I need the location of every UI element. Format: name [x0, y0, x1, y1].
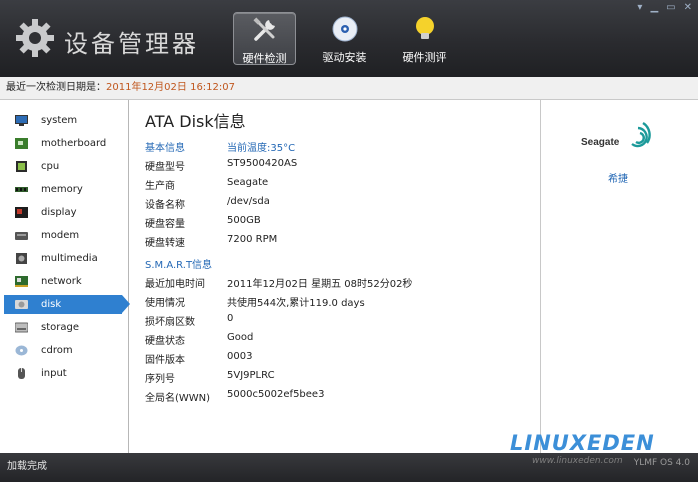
linuxeden-watermark: LINUXEDEN www.linuxeden.com YLMF OS 4.0 — [510, 428, 690, 480]
disk-icon — [15, 299, 28, 310]
info-label: 设备名称 — [145, 200, 185, 211]
basic-info-heading: 基本信息 — [145, 143, 185, 154]
last-scan-bar: 最近一次检测日期是：2011年12月02日 16:12:07 — [0, 77, 698, 100]
info-label: 全局名(WWN) — [145, 393, 211, 404]
device-sidebar: system motherboard cpu memory display mo… — [0, 100, 130, 453]
info-label: 硬盘型号 — [145, 162, 185, 173]
motherboard-icon — [15, 138, 28, 149]
info-value: Good — [227, 332, 254, 343]
info-value: 共使用544次,累计119.0 days — [227, 298, 365, 309]
tab-hardware-benchmark[interactable]: 硬件测评 — [393, 12, 456, 65]
info-label: 最近加电时间 — [145, 279, 205, 290]
monitor-icon — [15, 115, 28, 126]
sidebar-item-label: disk — [41, 299, 62, 310]
sidebar-item-network[interactable]: network — [4, 272, 122, 291]
linuxeden-logo: LINUXEDEN — [510, 431, 655, 455]
tab-driver-install[interactable]: 驱动安装 — [313, 12, 376, 65]
sidebar-item-motherboard[interactable]: motherboard — [4, 134, 122, 153]
menu-icon[interactable]: ▾ — [637, 2, 642, 13]
info-label: 硬盘状态 — [145, 336, 185, 347]
vendor-panel: Seagate 希捷 — [542, 100, 698, 453]
sidebar-item-label: multimedia — [41, 253, 98, 264]
os-version: YLMF OS 4.0 — [633, 458, 690, 468]
tab-label: 硬件测评 — [402, 51, 447, 64]
tab-label: 驱动安装 — [322, 51, 367, 64]
info-value: Seagate — [227, 177, 269, 188]
info-value: 0003 — [227, 351, 253, 362]
multimedia-icon — [15, 253, 28, 264]
sidebar-item-label: memory — [41, 184, 83, 195]
sidebar-item-multimedia[interactable]: multimedia — [4, 249, 122, 268]
window-controls: ▾ ▁ ▭ ✕ — [637, 2, 692, 13]
memory-icon — [15, 184, 28, 195]
tab-hardware-detect[interactable]: 硬件检测 — [233, 12, 296, 65]
sidebar-item-label: modem — [41, 230, 80, 241]
disk-info-panel: ATA Disk信息 基本信息 当前温度:35°C 硬盘型号 ST9500420… — [130, 100, 541, 453]
info-value: /dev/sda — [227, 196, 270, 207]
smart-info-heading: S.M.A.R.T信息 — [145, 260, 213, 271]
close-icon[interactable]: ✕ — [684, 2, 692, 13]
sidebar-item-label: system — [41, 115, 78, 126]
sidebar-item-memory[interactable]: memory — [4, 180, 122, 199]
sidebar-item-disk[interactable]: disk — [4, 295, 130, 314]
info-value: 5000c5002ef5bee3 — [227, 389, 325, 400]
tools-icon — [249, 16, 281, 44]
watermark-url: www.linuxeden.com — [532, 456, 623, 466]
bulb-icon — [409, 15, 441, 43]
network-card-icon — [15, 276, 28, 287]
info-label: 固件版本 — [145, 355, 185, 366]
sidebar-item-label: display — [41, 207, 77, 218]
sidebar-item-input[interactable]: input — [4, 364, 122, 383]
info-value: ST9500420AS — [227, 158, 298, 169]
info-value: 5VJ9PLRC — [227, 370, 275, 381]
info-label: 生产商 — [145, 181, 175, 192]
info-value: 2011年12月02日 星期五 08时52分02秒 — [227, 279, 413, 290]
svg-text:LINUXEDEN: LINUXEDEN — [510, 431, 655, 455]
minimize-icon[interactable]: ▁ — [650, 2, 658, 13]
info-label: 损坏扇区数 — [145, 317, 195, 328]
info-value: 0 — [227, 313, 234, 324]
sidebar-item-storage[interactable]: storage — [4, 318, 122, 337]
header-bar: 设备管理器 硬件检测 驱动安装 硬件测评 ▾ ▁ ▭ ✕ — [0, 0, 698, 77]
vendor-name[interactable]: 希捷 — [608, 170, 628, 185]
sidebar-item-system[interactable]: system — [4, 111, 122, 130]
seagate-logo: Seagate — [580, 108, 656, 164]
sidebar-item-label: motherboard — [41, 138, 107, 149]
disc-icon — [329, 15, 361, 43]
svg-text:Seagate: Seagate — [581, 137, 620, 148]
info-label: 硬盘容量 — [145, 219, 185, 230]
sidebar-item-label: network — [41, 276, 82, 287]
info-label: 硬盘转速 — [145, 238, 185, 249]
last-scan-date: 2011年12月02日 16:12:07 — [106, 82, 235, 93]
status-text: 加载完成 — [7, 461, 47, 472]
sidebar-item-label: input — [41, 368, 67, 379]
info-label: 序列号 — [145, 374, 175, 385]
sidebar-item-label: cdrom — [41, 345, 73, 356]
sidebar-item-cpu[interactable]: cpu — [4, 157, 122, 176]
cpu-icon — [15, 161, 28, 172]
sidebar-item-label: cpu — [41, 161, 60, 172]
sidebar-item-cdrom[interactable]: cdrom — [4, 341, 122, 360]
temperature-value: 当前温度:35°C — [227, 143, 296, 154]
restore-icon[interactable]: ▭ — [666, 2, 675, 13]
storage-icon — [14, 322, 29, 333]
input-icon — [15, 368, 28, 379]
gear-icon — [16, 19, 54, 57]
page-title: ATA Disk信息 — [145, 112, 246, 131]
tab-label: 硬件检测 — [242, 52, 287, 65]
display-card-icon — [15, 207, 28, 218]
sidebar-item-label: storage — [41, 322, 79, 333]
modem-icon — [15, 230, 28, 241]
last-scan-label: 最近一次检测日期是： — [6, 82, 106, 93]
sidebar-item-display[interactable]: display — [4, 203, 122, 222]
info-label: 使用情况 — [145, 298, 185, 309]
cdrom-icon — [15, 345, 28, 356]
info-value: 500GB — [227, 215, 261, 226]
info-value: 7200 RPM — [227, 234, 278, 245]
app-title: 设备管理器 — [64, 30, 199, 58]
sidebar-item-modem[interactable]: modem — [4, 226, 122, 245]
